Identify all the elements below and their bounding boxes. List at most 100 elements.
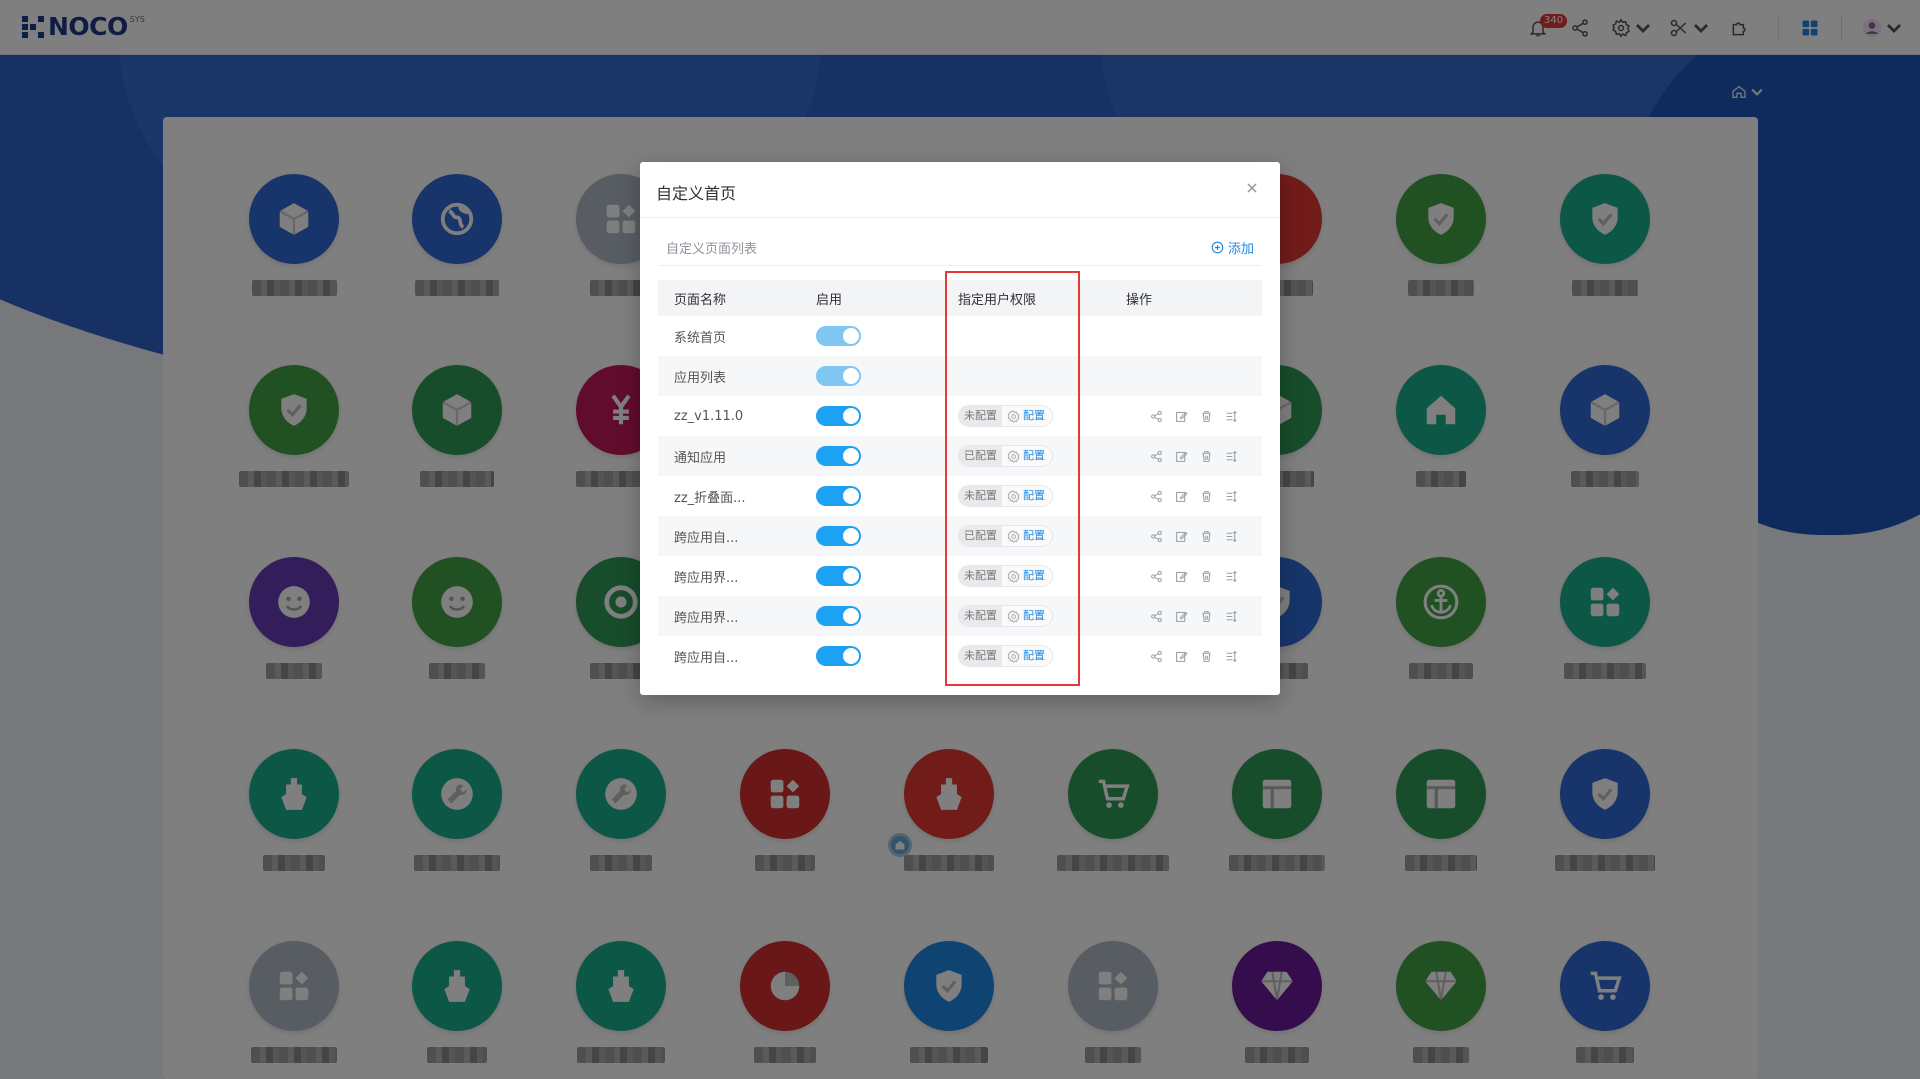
sort-action[interactable] (1225, 530, 1238, 543)
share-action[interactable] (1150, 490, 1163, 503)
actions-cell (1110, 516, 1262, 556)
share-icon (1151, 610, 1162, 622)
row-actions (1126, 570, 1262, 583)
col-enable: 启用 (800, 280, 942, 316)
enable-toggle[interactable] (816, 606, 861, 626)
close-icon[interactable] (1244, 180, 1260, 196)
share-icon (1151, 530, 1162, 542)
enable-cell (800, 436, 942, 476)
edit-icon (1176, 571, 1188, 582)
sort-icon (1226, 570, 1237, 582)
enable-toggle[interactable] (816, 446, 861, 466)
enable-cell (800, 556, 942, 596)
actions-cell (1110, 356, 1262, 396)
actions-cell (1110, 396, 1262, 436)
sort-action[interactable] (1225, 450, 1238, 463)
sort-action[interactable] (1225, 410, 1238, 423)
trash-icon (1202, 490, 1211, 502)
delete-action[interactable] (1200, 610, 1213, 623)
enable-toggle (816, 366, 861, 386)
delete-action[interactable] (1200, 530, 1213, 543)
share-action[interactable] (1150, 450, 1163, 463)
enable-toggle (816, 326, 861, 346)
enable-toggle[interactable] (816, 526, 861, 546)
edit-action[interactable] (1175, 610, 1188, 623)
page-name: 跨应用界... (674, 570, 739, 586)
enable-toggle[interactable] (816, 646, 861, 666)
sort-icon (1226, 490, 1237, 502)
sort-action[interactable] (1225, 610, 1238, 623)
dialog-title: 自定义首页 (656, 184, 737, 203)
actions-cell (1110, 316, 1262, 356)
trash-icon (1202, 570, 1211, 582)
highlight-box (945, 271, 1080, 686)
sort-icon (1226, 650, 1237, 662)
enable-cell (800, 516, 942, 556)
delete-action[interactable] (1200, 410, 1213, 423)
share-action[interactable] (1150, 530, 1163, 543)
trash-icon (1202, 610, 1211, 622)
sort-action[interactable] (1225, 650, 1238, 663)
add-button[interactable]: 添加 (1211, 238, 1254, 257)
enable-toggle[interactable] (816, 486, 861, 506)
page-name: 跨应用自... (658, 516, 800, 556)
enable-cell (800, 596, 942, 636)
enable-cell (800, 476, 942, 516)
share-icon (1151, 490, 1162, 502)
row-actions (1126, 450, 1262, 463)
trash-icon (1202, 530, 1211, 542)
edit-icon (1176, 451, 1188, 462)
edit-icon (1176, 611, 1188, 622)
share-action[interactable] (1150, 410, 1163, 423)
enable-toggle[interactable] (816, 566, 861, 586)
enable-cell (800, 356, 942, 396)
section-title: 自定义页面列表 (666, 242, 758, 257)
row-actions (1126, 490, 1262, 503)
share-icon (1151, 410, 1162, 422)
edit-icon (1176, 411, 1188, 422)
page-name: 跨应用界... (658, 596, 800, 636)
delete-action[interactable] (1200, 490, 1213, 503)
delete-action[interactable] (1200, 650, 1213, 663)
page-name: 跨应用自... (674, 650, 739, 666)
row-actions (1126, 530, 1262, 543)
sort-icon (1226, 450, 1237, 462)
edit-action[interactable] (1175, 570, 1188, 583)
actions-cell (1110, 636, 1262, 676)
enable-toggle[interactable] (816, 406, 861, 426)
row-actions (1126, 410, 1262, 423)
col-actions: 操作 (1110, 280, 1262, 316)
sort-icon (1226, 530, 1237, 542)
delete-action[interactable] (1200, 450, 1213, 463)
trash-icon (1202, 450, 1211, 462)
share-action[interactable] (1150, 610, 1163, 623)
row-actions (1126, 650, 1262, 663)
sort-action[interactable] (1225, 570, 1238, 583)
trash-icon (1202, 650, 1211, 662)
enable-cell (800, 316, 942, 356)
actions-cell (1110, 436, 1262, 476)
edit-icon (1176, 531, 1188, 542)
delete-action[interactable] (1200, 570, 1213, 583)
edit-action[interactable] (1175, 410, 1188, 423)
actions-cell (1110, 556, 1262, 596)
edit-action[interactable] (1175, 450, 1188, 463)
edit-action[interactable] (1175, 490, 1188, 503)
row-actions (1126, 610, 1262, 623)
page-name: 系统首页 (674, 330, 727, 346)
plus-circle-icon (1211, 241, 1224, 254)
dialog-header: 自定义首页 (640, 162, 1280, 218)
share-action[interactable] (1150, 650, 1163, 663)
page-name: zz_折叠面... (674, 490, 746, 506)
trash-icon (1202, 410, 1211, 422)
edit-action[interactable] (1175, 530, 1188, 543)
enable-cell (800, 396, 942, 436)
edit-icon (1176, 491, 1188, 502)
sort-icon (1226, 410, 1237, 422)
page-name: 应用列表 (658, 356, 800, 396)
page-name: 通知应用 (658, 436, 800, 476)
share-action[interactable] (1150, 570, 1163, 583)
edit-action[interactable] (1175, 650, 1188, 663)
sort-action[interactable] (1225, 490, 1238, 503)
add-button-label: 添加 (1227, 242, 1254, 257)
